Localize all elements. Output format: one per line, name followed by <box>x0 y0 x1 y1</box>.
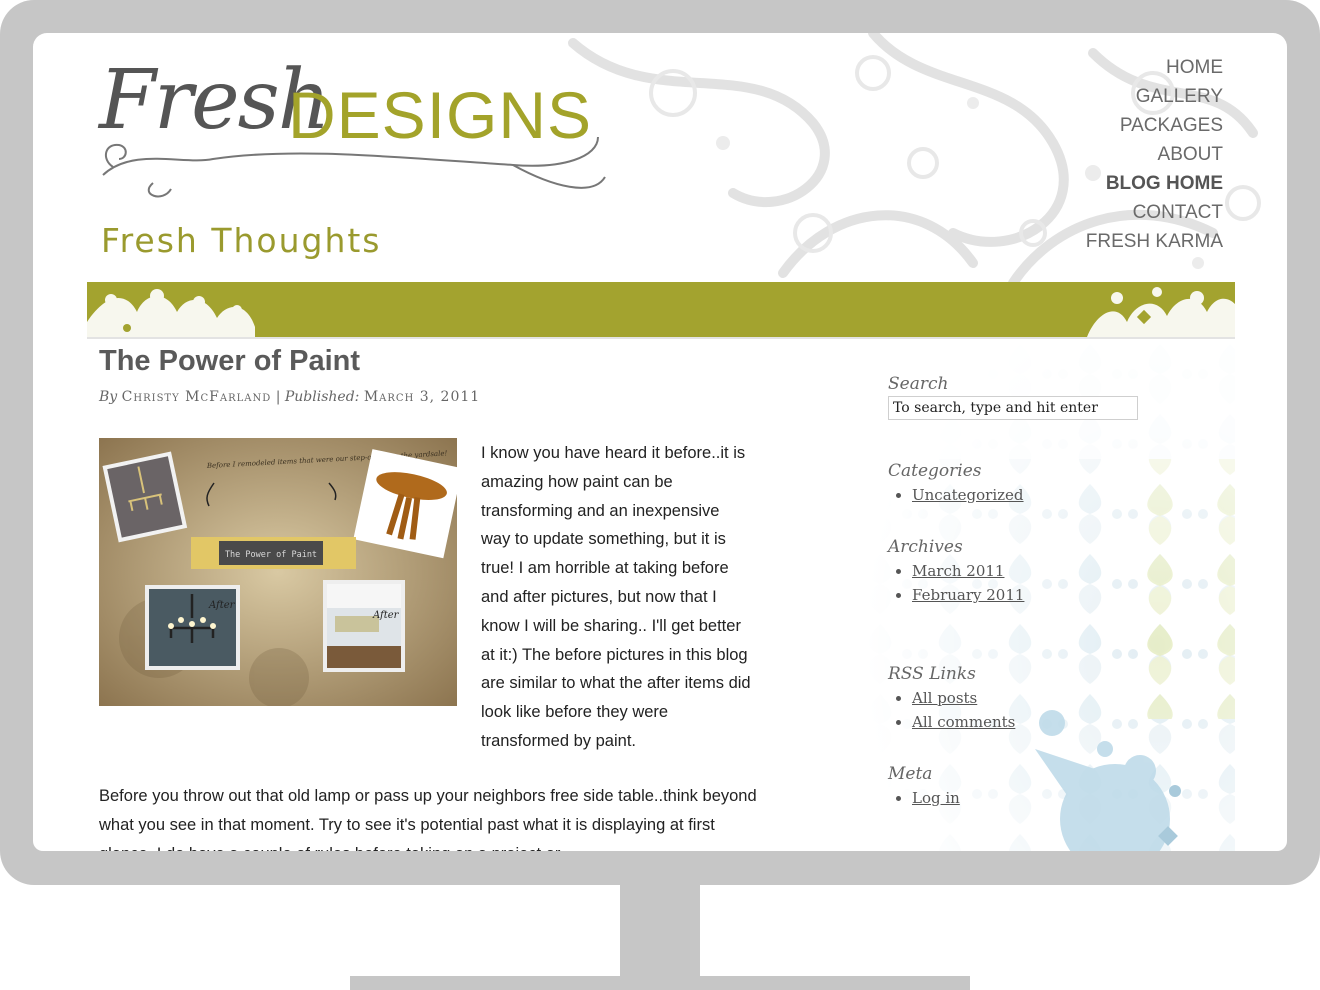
blog-tagline: Fresh Thoughts <box>101 221 382 260</box>
monitor-stand-base <box>350 976 970 990</box>
header-ornament-band <box>87 282 1235 337</box>
meta-widget: Meta Log in <box>888 764 960 810</box>
logo-flourish-icon <box>102 136 606 198</box>
list-item: All comments <box>912 710 1015 734</box>
nav-packages[interactable]: PACKAGES <box>1086 111 1223 140</box>
collage-after-label-2: After <box>372 610 400 621</box>
meta-list: Log in <box>888 786 960 810</box>
nav-gallery[interactable]: GALLERY <box>1086 82 1223 111</box>
archives-heading: Archives <box>888 537 963 557</box>
byline-separator: | <box>275 389 281 405</box>
categories-widget: Categories Uncategorized <box>888 461 1024 507</box>
search-widget: Search <box>888 374 1138 420</box>
list-item: Uncategorized <box>912 483 1024 507</box>
list-item: February 2011 <box>912 583 1024 607</box>
damask-ornament-icon <box>87 287 1235 337</box>
category-link-uncategorized[interactable]: Uncategorized <box>912 486 1024 504</box>
site-logo[interactable]: Fresh DESIGNS <box>93 47 613 207</box>
nav-home[interactable]: HOME <box>1086 53 1223 82</box>
post-date: March 3, 2011 <box>363 389 481 405</box>
collage-after-label-1: After <box>208 600 236 611</box>
search-heading: Search <box>888 374 949 394</box>
rss-link-all-posts[interactable]: All posts <box>912 689 977 707</box>
list-item: Log in <box>912 786 960 810</box>
nav-about[interactable]: ABOUT <box>1086 140 1223 169</box>
nav-fresh-karma[interactable]: FRESH KARMA <box>1086 227 1223 256</box>
meta-heading: Meta <box>888 764 933 784</box>
meta-link-log-in[interactable]: Log in <box>912 789 960 807</box>
byline-by-label: By <box>99 389 118 405</box>
post-paragraph-2: Before you throw out that old lamp or pa… <box>99 787 757 851</box>
post-paragraph-1: I know you have heard it before..it is a… <box>481 444 751 750</box>
rss-heading: RSS Links <box>888 664 976 684</box>
rss-widget: RSS Links All posts All comments <box>888 664 1015 734</box>
archives-list: March 2011 February 2011 <box>888 559 1024 607</box>
byline-published-label: Published: <box>284 389 360 405</box>
collage-label: The Power of Paint <box>225 550 317 560</box>
list-item: All posts <box>912 686 1015 710</box>
browser-viewport: Fresh DESIGNS Fresh Thoughts HOME GALLER… <box>33 33 1287 851</box>
archive-link-march-2011[interactable]: March 2011 <box>912 562 1004 580</box>
list-item: March 2011 <box>912 559 1024 583</box>
rss-list: All posts All comments <box>888 686 1015 734</box>
archives-widget: Archives March 2011 February 2011 <box>888 537 1024 607</box>
main-nav: HOME GALLERY PACKAGES ABOUT BLOG HOME CO… <box>1086 53 1223 256</box>
archive-link-february-2011[interactable]: February 2011 <box>912 586 1024 604</box>
nav-contact[interactable]: CONTACT <box>1086 198 1223 227</box>
post-image-collage[interactable]: Before I remodeled items that were our s… <box>99 438 457 706</box>
categories-list: Uncategorized <box>888 483 1024 507</box>
search-input[interactable] <box>888 396 1138 420</box>
post-byline: By Christy McFarland | Published: March … <box>99 389 480 405</box>
rss-link-all-comments[interactable]: All comments <box>912 713 1015 731</box>
categories-heading: Categories <box>888 461 982 481</box>
nav-blog-home[interactable]: BLOG HOME <box>1086 169 1223 198</box>
post-title[interactable]: The Power of Paint <box>99 345 360 378</box>
monitor-stand-neck <box>620 884 700 980</box>
post-author[interactable]: Christy McFarland <box>122 389 272 405</box>
